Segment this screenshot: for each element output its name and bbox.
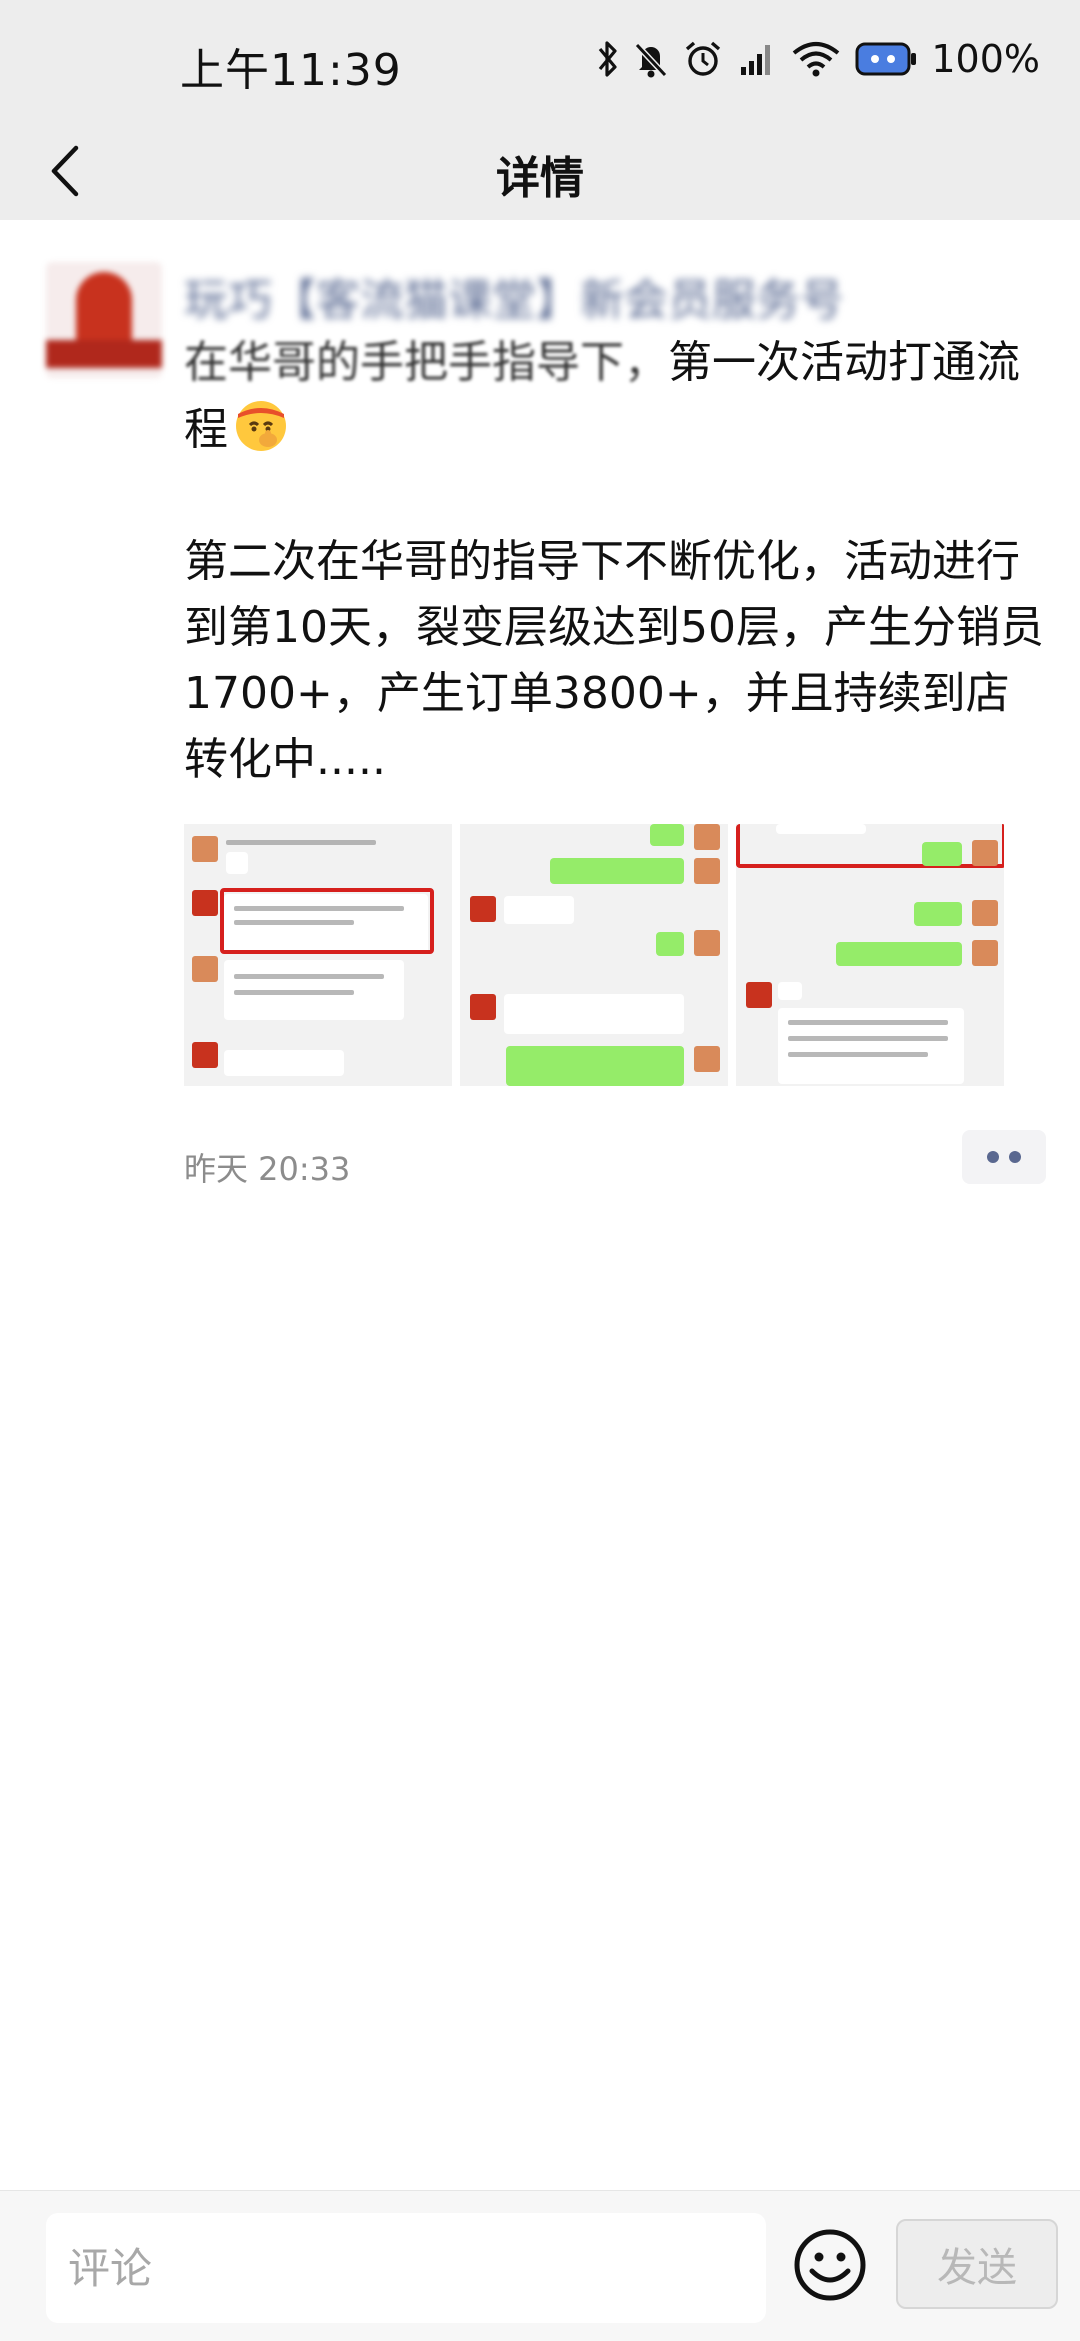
- thumb-text-line: [234, 990, 354, 995]
- post-detail: 玩巧【客流猫课堂】新会员服务号 在华哥的手把手指导下，第一次活动打通流程 第二次…: [0, 220, 1080, 2190]
- emoji-button[interactable]: [792, 2229, 868, 2305]
- battery-icon: [855, 39, 917, 79]
- thumb-avatar: [470, 896, 496, 922]
- status-bar: 上午11:39 100%: [0, 0, 1080, 120]
- signal-icon: [737, 39, 777, 79]
- thumb-bubble: [504, 896, 574, 924]
- mute-icon: [633, 39, 669, 79]
- comment-bar: 发送: [0, 2190, 1080, 2341]
- wifi-icon: [791, 39, 841, 79]
- thumb-avatar: [192, 890, 218, 916]
- thumb-avatar: [192, 956, 218, 982]
- thumb-bubble: [922, 842, 962, 866]
- thumb-avatar: [192, 836, 218, 862]
- send-button[interactable]: 发送: [896, 2219, 1058, 2309]
- post-text: 在华哥的手把手指导下，第一次活动打通流程 第二次在华哥的指导下不断优化，活动进行…: [184, 330, 1044, 793]
- thumb-bubble: [836, 942, 962, 966]
- thumb-text-line: [234, 906, 404, 911]
- thumb-bubble: [778, 982, 802, 1000]
- thumb-avatar: [694, 858, 720, 884]
- thumb-text-line: [226, 840, 376, 845]
- thumb-bubble: [656, 932, 684, 956]
- chat-screenshot-3[interactable]: [736, 824, 1004, 1086]
- post-timestamp: 昨天 20:33: [184, 1150, 351, 1188]
- author-name[interactable]: 玩巧【客流猫课堂】新会员服务号: [184, 264, 844, 328]
- thumb-text-line: [788, 1036, 948, 1041]
- thumb-avatar: [694, 824, 720, 850]
- page-title: 详情: [496, 153, 584, 204]
- bluetooth-icon: [597, 39, 619, 79]
- post-paragraph-1-lead: 在华哥的手把手指导下，: [184, 337, 668, 388]
- thumb-avatar: [694, 1046, 720, 1072]
- thumb-avatar: [972, 900, 998, 926]
- shushing-face-emoji: [232, 396, 290, 454]
- thumb-text-line: [788, 1052, 928, 1057]
- status-icons: 100%: [597, 34, 1040, 84]
- thumb-bubble: [650, 824, 684, 846]
- thumb-bubble: [550, 858, 684, 884]
- thumb-bubble: [506, 1046, 684, 1086]
- thumb-text-line: [234, 974, 384, 979]
- nav-bar: 详情: [0, 120, 1080, 220]
- more-dot-icon: [1009, 1151, 1021, 1163]
- thumb-bubble: [226, 852, 248, 874]
- comment-input[interactable]: [46, 2213, 766, 2323]
- battery-percentage: 100%: [931, 37, 1040, 81]
- thumb-avatar: [746, 982, 772, 1008]
- thumb-bubble: [224, 1050, 344, 1076]
- thumb-bubble: [504, 994, 684, 1034]
- thumb-avatar: [470, 994, 496, 1020]
- thumb-bubble: [914, 902, 962, 926]
- image-grid: [184, 824, 1006, 1086]
- more-actions-button[interactable]: [962, 1130, 1046, 1184]
- thumb-text-line: [234, 920, 354, 925]
- thumb-highlight-box: [736, 824, 1004, 868]
- post-paragraph-2: 第二次在华哥的指导下不断优化，活动进行到第10天，裂变层级达到50层，产生分销员…: [184, 536, 1044, 785]
- thumb-avatar: [694, 930, 720, 956]
- smiley-icon: [792, 2227, 868, 2307]
- status-time: 上午11:39: [180, 45, 402, 96]
- thumb-text-line: [788, 1020, 948, 1025]
- thumb-avatar: [972, 840, 998, 866]
- avatar-band: [46, 340, 162, 368]
- avatar[interactable]: [46, 262, 162, 378]
- chat-screenshot-2[interactable]: [460, 824, 728, 1086]
- thumb-avatar: [972, 940, 998, 966]
- post-paragraph-1: 在华哥的手把手指导下，第一次活动打通流程: [184, 330, 1044, 463]
- thumb-avatar: [192, 1042, 218, 1068]
- chat-screenshot-1[interactable]: [184, 824, 452, 1086]
- more-dot-icon: [987, 1151, 999, 1163]
- alarm-icon: [683, 39, 723, 79]
